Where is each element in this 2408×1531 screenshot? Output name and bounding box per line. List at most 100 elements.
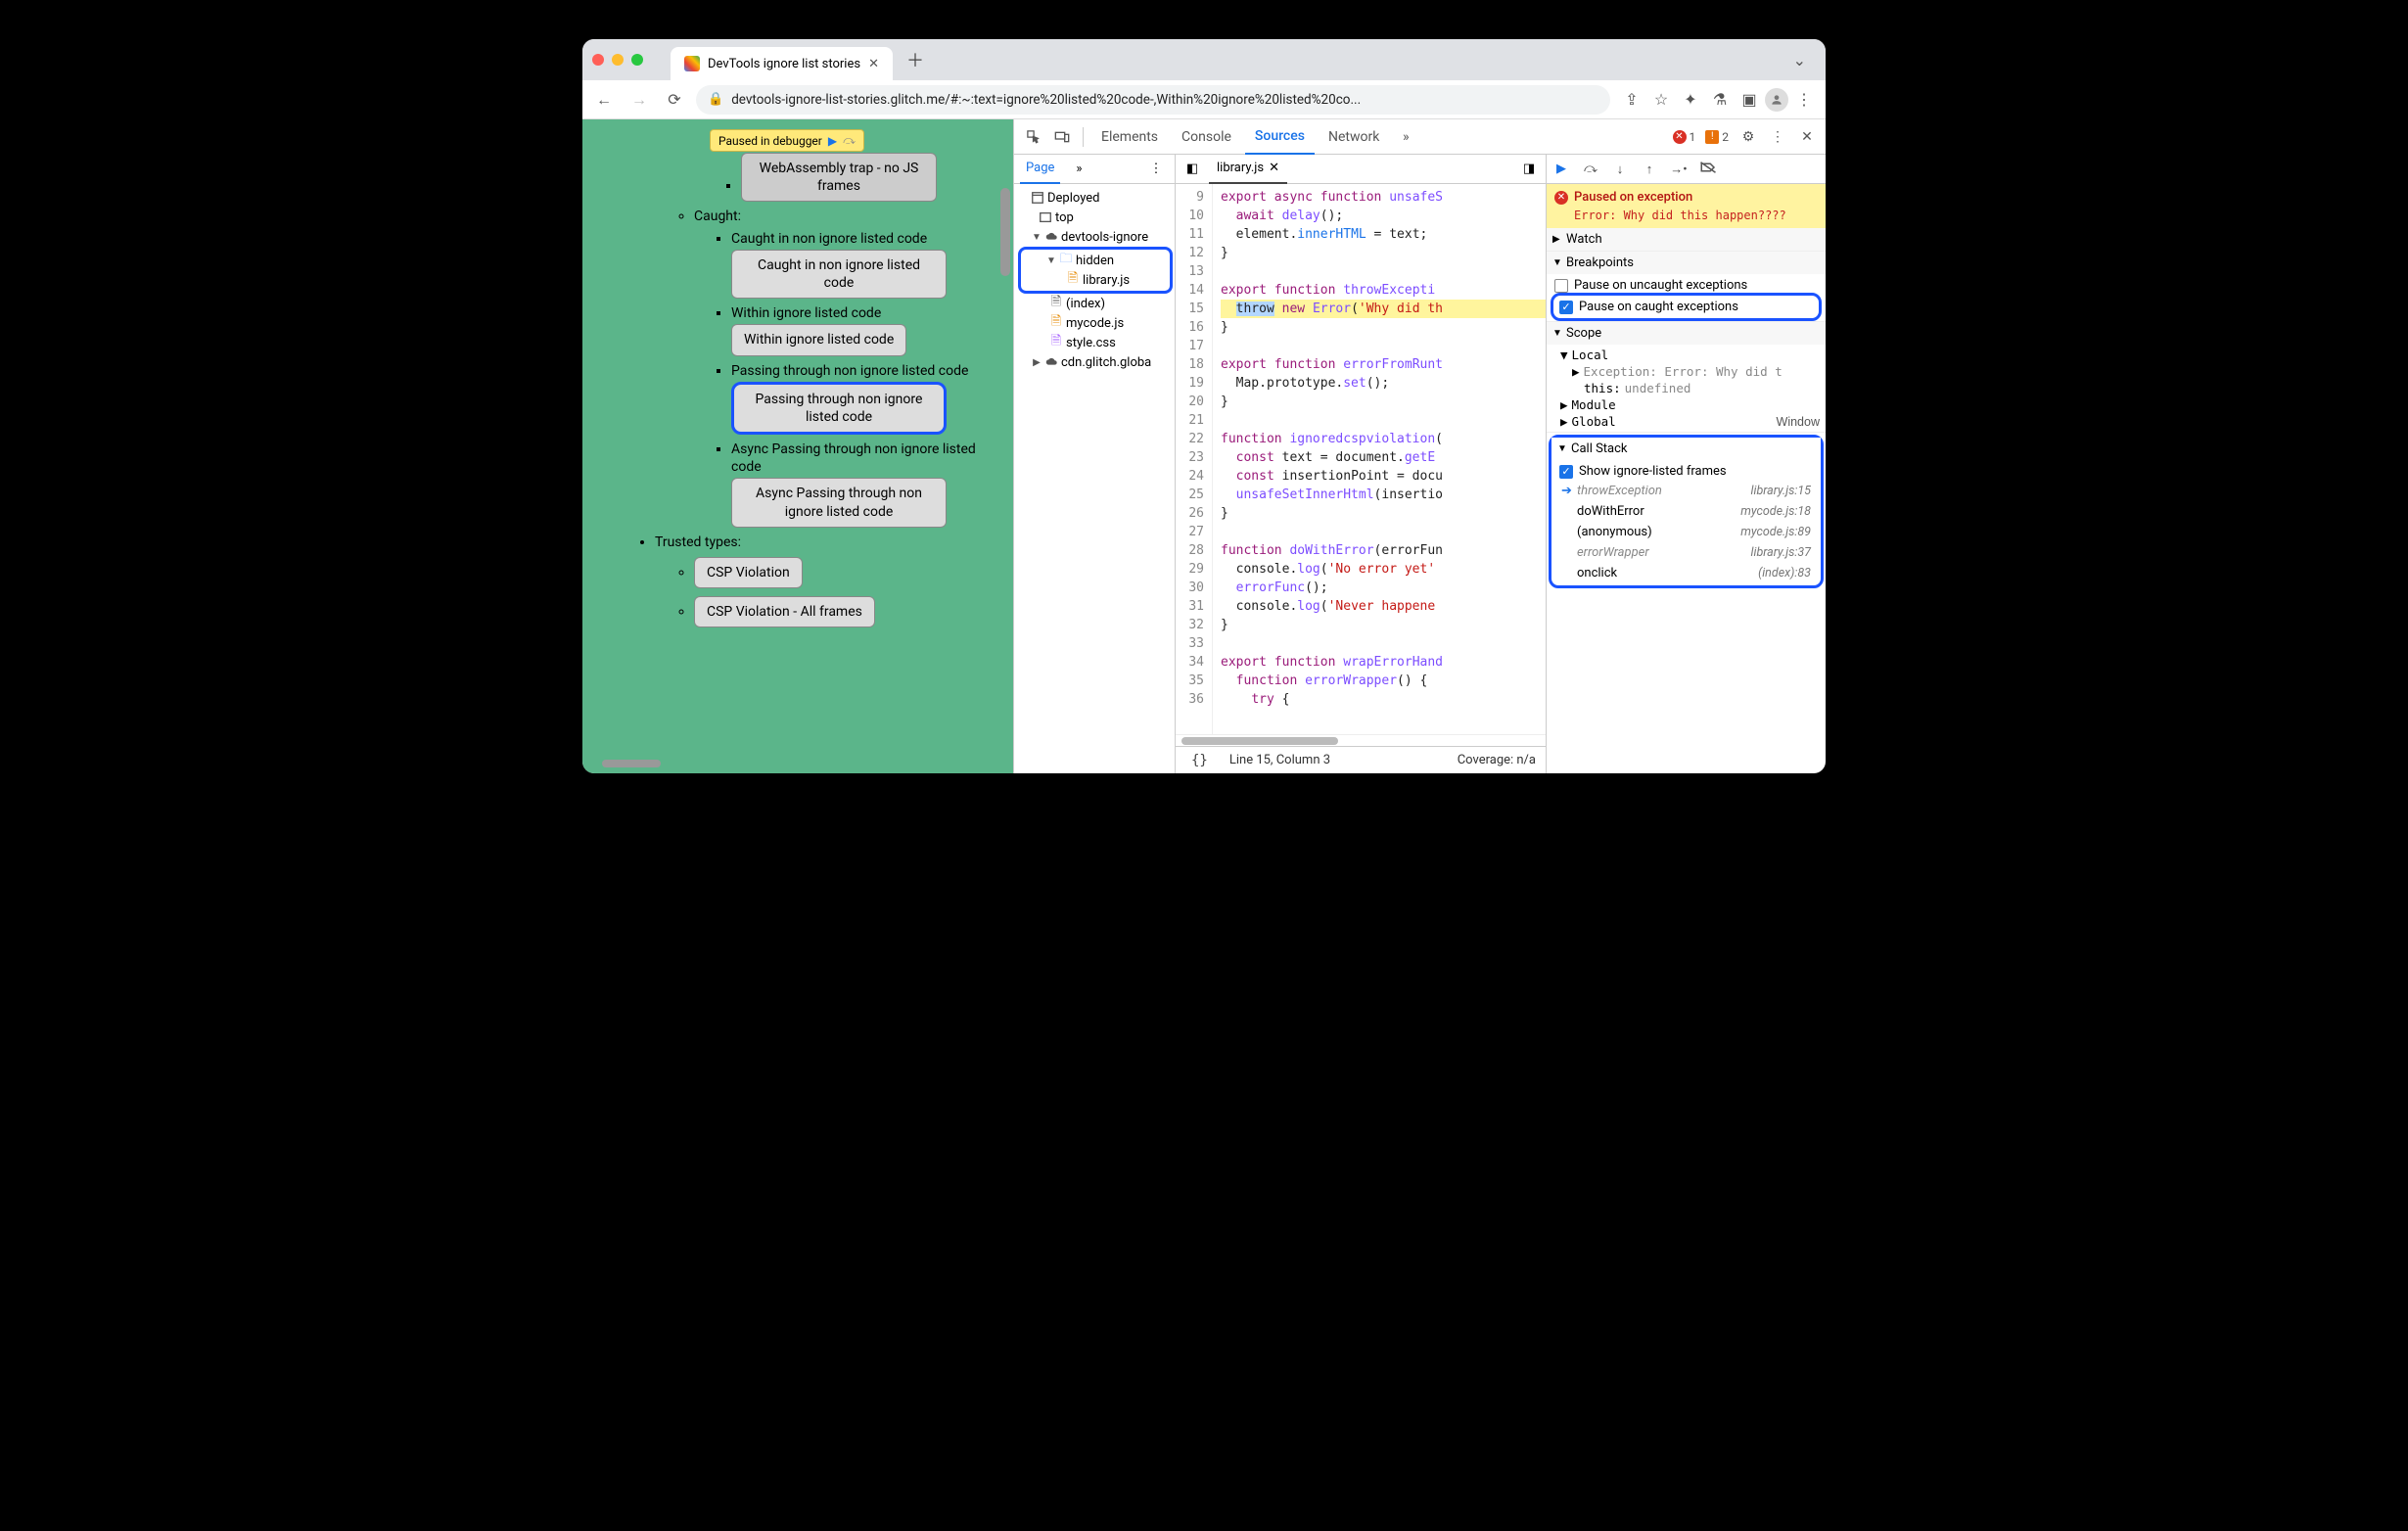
css-file-icon: 🗎 bbox=[1049, 335, 1063, 350]
scope-module[interactable]: ▶Module bbox=[1552, 396, 1820, 413]
tree-origin[interactable]: ▼devtools-ignore bbox=[1016, 227, 1173, 247]
toggle-debugger-icon[interactable]: ◨ bbox=[1516, 157, 1542, 182]
folder-icon: 🗀 bbox=[1059, 253, 1073, 268]
devtools-main-tabs: Elements Console Sources Network » ✕1 !2… bbox=[1014, 119, 1826, 155]
menu-icon[interactable]: ⋮ bbox=[1790, 86, 1818, 114]
tree-origin-cdn[interactable]: ▶cdn.glitch.globa bbox=[1016, 352, 1173, 372]
error-icon: ✕ bbox=[1554, 191, 1568, 205]
scope-global[interactable]: ▶GlobalWindow bbox=[1552, 413, 1820, 430]
deactivate-bp-icon[interactable] bbox=[1699, 161, 1717, 178]
window-minimize-button[interactable] bbox=[612, 54, 624, 66]
devtools-close-icon[interactable]: ✕ bbox=[1794, 124, 1820, 150]
debugger-toolbar: ▶ ⤼ ↓ ↑ →• bbox=[1547, 155, 1826, 184]
scope-local[interactable]: ▼Local bbox=[1552, 347, 1820, 363]
page-button[interactable]: Async Passing through non ignore listed … bbox=[731, 478, 947, 527]
list-label: Caught in non ignore listed code bbox=[731, 230, 1003, 248]
bp-caught-row[interactable]: ✓Pause on caught exceptions bbox=[1557, 298, 1815, 316]
resume-icon[interactable]: ▶ bbox=[1552, 162, 1570, 176]
toggle-navigator-icon[interactable]: ◧ bbox=[1180, 157, 1205, 182]
trusted-heading: Trusted types: bbox=[655, 534, 1003, 551]
page-button[interactable]: Caught in non ignore listed code bbox=[731, 250, 947, 299]
tree-file-mycode[interactable]: 🗎mycode.js bbox=[1016, 313, 1173, 333]
callstack-frame[interactable]: onclick(index):83 bbox=[1557, 563, 1815, 583]
window-zoom-button[interactable] bbox=[631, 54, 643, 66]
tree-top[interactable]: top bbox=[1016, 208, 1173, 227]
section-watch[interactable]: ▶Watch bbox=[1547, 228, 1826, 251]
bookmark-icon[interactable]: ☆ bbox=[1647, 86, 1675, 114]
callstack-frame[interactable]: (anonymous)mycode.js:89 bbox=[1557, 522, 1815, 542]
section-scope[interactable]: ▼Scope bbox=[1547, 322, 1826, 345]
section-callstack[interactable]: ▼Call Stack bbox=[1551, 438, 1821, 460]
tree-file-library[interactable]: 🗎library.js bbox=[1023, 270, 1168, 290]
tab-network[interactable]: Network bbox=[1319, 119, 1389, 155]
browser-tab[interactable]: DevTools ignore list stories ✕ bbox=[671, 47, 893, 80]
paused-step-icon[interactable]: ⤼ bbox=[843, 133, 856, 148]
highlighted-caught-exceptions: ✓Pause on caught exceptions bbox=[1551, 293, 1822, 321]
page-button[interactable]: CSP Violation - All frames bbox=[694, 596, 875, 627]
content-area: Paused in debugger ▶ ⤼ WebAssembly trap … bbox=[582, 119, 1826, 773]
tab-console[interactable]: Console bbox=[1172, 119, 1241, 155]
checkbox-checked[interactable]: ✓ bbox=[1559, 465, 1573, 479]
error-count-badge[interactable]: ✕1 bbox=[1673, 130, 1696, 144]
step-out-icon[interactable]: ↑ bbox=[1641, 162, 1658, 177]
page-h-scrollbar[interactable] bbox=[602, 760, 671, 769]
scope-this: this: undefined bbox=[1552, 380, 1820, 396]
scope-exception[interactable]: ▶Exception: Error: Why did t bbox=[1552, 363, 1820, 380]
navigator-more-icon[interactable]: » bbox=[1066, 157, 1091, 182]
page-button[interactable]: WebAssembly trap - no JS frames bbox=[741, 153, 937, 202]
labs-icon[interactable]: ⚗ bbox=[1706, 86, 1734, 114]
device-icon[interactable] bbox=[1049, 124, 1075, 150]
paused-resume-icon[interactable]: ▶ bbox=[828, 134, 837, 148]
tree-folder-hidden[interactable]: ▼🗀hidden bbox=[1023, 251, 1168, 270]
show-ignored-row[interactable]: ✓Show ignore-listed frames bbox=[1557, 462, 1815, 481]
section-breakpoints[interactable]: ▼Breakpoints bbox=[1547, 252, 1826, 274]
more-tabs-icon[interactable]: » bbox=[1393, 124, 1418, 150]
page-scrollbar[interactable] bbox=[999, 149, 1011, 462]
step-icon[interactable]: →• bbox=[1670, 162, 1688, 177]
page-button[interactable]: Within ignore listed code bbox=[731, 324, 906, 355]
reload-button[interactable]: ⟳ bbox=[661, 86, 688, 114]
editor-h-scrollbar[interactable] bbox=[1176, 734, 1546, 746]
profile-avatar[interactable] bbox=[1765, 88, 1788, 112]
deployed-icon bbox=[1031, 190, 1044, 206]
browser-toolbar: ← → ⟳ 🔒 devtools-ignore-list-stories.gli… bbox=[582, 80, 1826, 119]
tab-sources[interactable]: Sources bbox=[1245, 119, 1315, 155]
step-into-icon[interactable]: ↓ bbox=[1611, 162, 1629, 177]
callstack-frame[interactable]: ➔throwExceptionlibrary.js:15 bbox=[1557, 481, 1815, 501]
new-tab-button[interactable]: ＋ bbox=[906, 47, 924, 72]
back-button[interactable]: ← bbox=[590, 86, 618, 114]
checkbox-unchecked[interactable] bbox=[1554, 279, 1568, 293]
warning-count-badge[interactable]: !2 bbox=[1705, 130, 1729, 144]
list-item: Within ignore listed codeWithin ignore l… bbox=[731, 304, 1003, 357]
page-button[interactable]: CSP Violation bbox=[694, 557, 803, 588]
editor-tab-close-icon[interactable]: ✕ bbox=[1269, 161, 1279, 175]
tab-elements[interactable]: Elements bbox=[1091, 119, 1168, 155]
window-close-button[interactable] bbox=[592, 54, 604, 66]
kebab-icon[interactable]: ⋮ bbox=[1765, 124, 1790, 150]
caught-heading: Caught: bbox=[694, 208, 1003, 225]
checkbox-checked[interactable]: ✓ bbox=[1559, 301, 1573, 314]
tab-close-icon[interactable]: ✕ bbox=[868, 57, 879, 71]
list-item: CSP Violation bbox=[694, 555, 1003, 590]
tabs-dropdown-icon[interactable]: ⌄ bbox=[1793, 51, 1806, 70]
panel-icon[interactable]: ▣ bbox=[1736, 86, 1763, 114]
list-item: CSP Violation - All frames bbox=[694, 594, 1003, 629]
callstack-frame[interactable]: errorWrapperlibrary.js:37 bbox=[1557, 542, 1815, 563]
step-over-icon[interactable]: ⤼ bbox=[1582, 162, 1599, 176]
page-button[interactable]: Passing through non ignore listed code bbox=[731, 382, 947, 435]
inspect-icon[interactable] bbox=[1020, 124, 1045, 150]
editor-tab-library[interactable]: library.js ✕ bbox=[1209, 155, 1287, 184]
tree-file-style[interactable]: 🗎style.css bbox=[1016, 333, 1173, 352]
frame-icon bbox=[1039, 209, 1052, 225]
navigator-tab-page[interactable]: Page bbox=[1020, 155, 1060, 184]
extensions-icon[interactable]: ✦ bbox=[1677, 86, 1704, 114]
tree-file-index[interactable]: 🗎(index) bbox=[1016, 294, 1173, 313]
share-icon[interactable]: ⇪ bbox=[1618, 86, 1645, 114]
address-bar[interactable]: 🔒 devtools-ignore-list-stories.glitch.me… bbox=[696, 85, 1610, 115]
code-editor[interactable]: 9101112131415161718192021222324252627282… bbox=[1176, 184, 1546, 734]
settings-icon[interactable]: ⚙ bbox=[1736, 124, 1761, 150]
pretty-print-icon[interactable]: {} bbox=[1185, 753, 1214, 768]
tree-deployed[interactable]: Deployed bbox=[1016, 188, 1173, 208]
navigator-kebab-icon[interactable]: ⋮ bbox=[1143, 157, 1169, 182]
callstack-frame[interactable]: doWithErrormycode.js:18 bbox=[1557, 501, 1815, 522]
